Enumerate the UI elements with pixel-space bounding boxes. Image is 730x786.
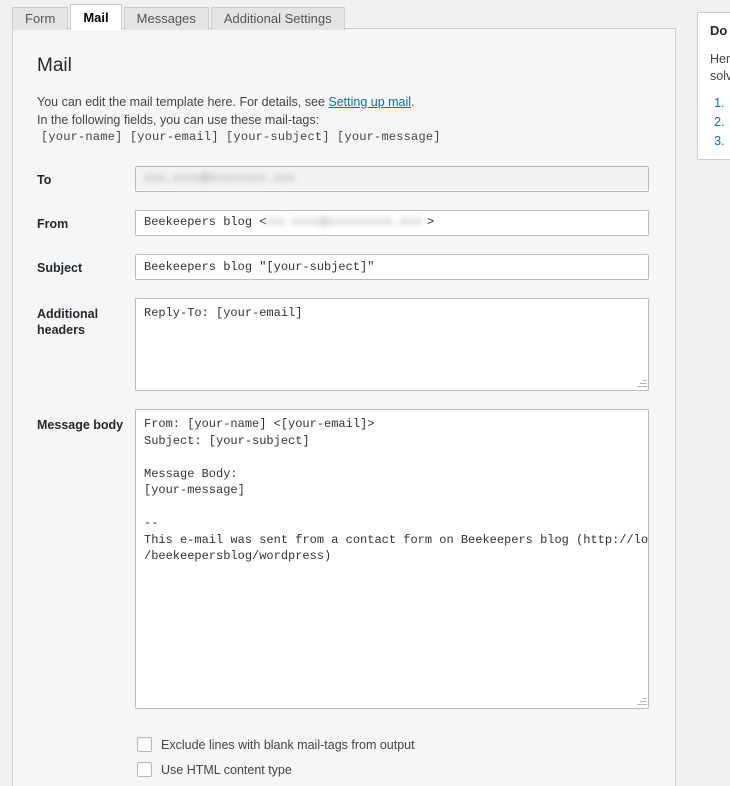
tab-form[interactable]: Form	[12, 7, 69, 30]
from-input-wrapper: Beekeepers blog < xxx.xxxx@xxxxxxxxx.xxx…	[135, 210, 649, 236]
to-input-wrapper: xxx.xxxx@xxxxxxxx.xxx	[135, 166, 649, 192]
intro-text-part2: .	[411, 95, 415, 109]
subject-input[interactable]	[135, 254, 649, 280]
intro-text-line2: In the following fields, you can use the…	[37, 113, 320, 127]
field-row-from: From Beekeepers blog < xxx.xxxx@xxxxxxxx…	[25, 210, 663, 254]
from-input[interactable]	[135, 210, 649, 236]
field-row-subject: Subject	[25, 254, 663, 298]
help-sidebar-list	[714, 94, 730, 151]
message-body-wrapper	[135, 409, 649, 709]
mail-tags-list: [your-name] [your-email] [your-subject] …	[41, 130, 441, 144]
checkbox-exclude-blank-mailtags[interactable]	[137, 737, 152, 752]
tab-bar: Form Mail Messages Additional Settings	[12, 0, 347, 30]
setting-up-mail-link[interactable]: Setting up mail	[328, 95, 411, 109]
subject-label: Subject	[37, 261, 83, 275]
help-sidebar-text-line2: solve	[710, 69, 730, 83]
to-label: To	[37, 173, 52, 187]
page-title: Mail	[37, 55, 72, 76]
mail-options: Exclude lines with blank mail-tags from …	[25, 737, 663, 777]
from-label: From	[37, 217, 69, 231]
exclude-blank-mailtags-label: Exclude lines with blank mail-tags from …	[161, 737, 415, 752]
message-body-textarea[interactable]	[135, 409, 649, 709]
help-sidebar-panel: Do y Here solve	[697, 12, 730, 160]
message-body-label: Message body	[37, 418, 124, 432]
exclude-blank-mailtags-row[interactable]: Exclude lines with blank mail-tags from …	[137, 737, 663, 752]
help-sidebar-title: Do y	[710, 23, 730, 38]
additional-headers-wrapper	[135, 298, 649, 391]
additional-headers-label: Additional headers	[37, 307, 99, 337]
use-html-content-type-label: Use HTML content type	[161, 762, 292, 777]
mail-fields-table: To xxx.xxxx@xxxxxxxx.xxx From Beekeepers…	[25, 166, 663, 727]
field-row-additional-headers: Additional headers	[25, 298, 663, 409]
tab-mail[interactable]: Mail	[70, 4, 122, 30]
intro-text-part1: You can edit the mail template here. For…	[37, 95, 329, 109]
field-row-message-body: Message body	[25, 409, 663, 727]
help-sidebar-text-line1: Here	[710, 52, 730, 66]
mail-settings-panel: Mail You can edit the mail template here…	[12, 28, 676, 786]
additional-headers-textarea[interactable]	[135, 298, 649, 391]
tab-messages[interactable]: Messages	[123, 7, 209, 30]
checkbox-use-html-content-type[interactable]	[137, 762, 152, 777]
intro-text: You can edit the mail template here. For…	[37, 93, 663, 129]
to-input[interactable]	[135, 166, 649, 192]
tab-additional-settings[interactable]: Additional Settings	[210, 7, 345, 30]
field-row-to: To xxx.xxxx@xxxxxxxx.xxx	[25, 166, 663, 210]
use-html-content-type-row[interactable]: Use HTML content type	[137, 762, 663, 777]
